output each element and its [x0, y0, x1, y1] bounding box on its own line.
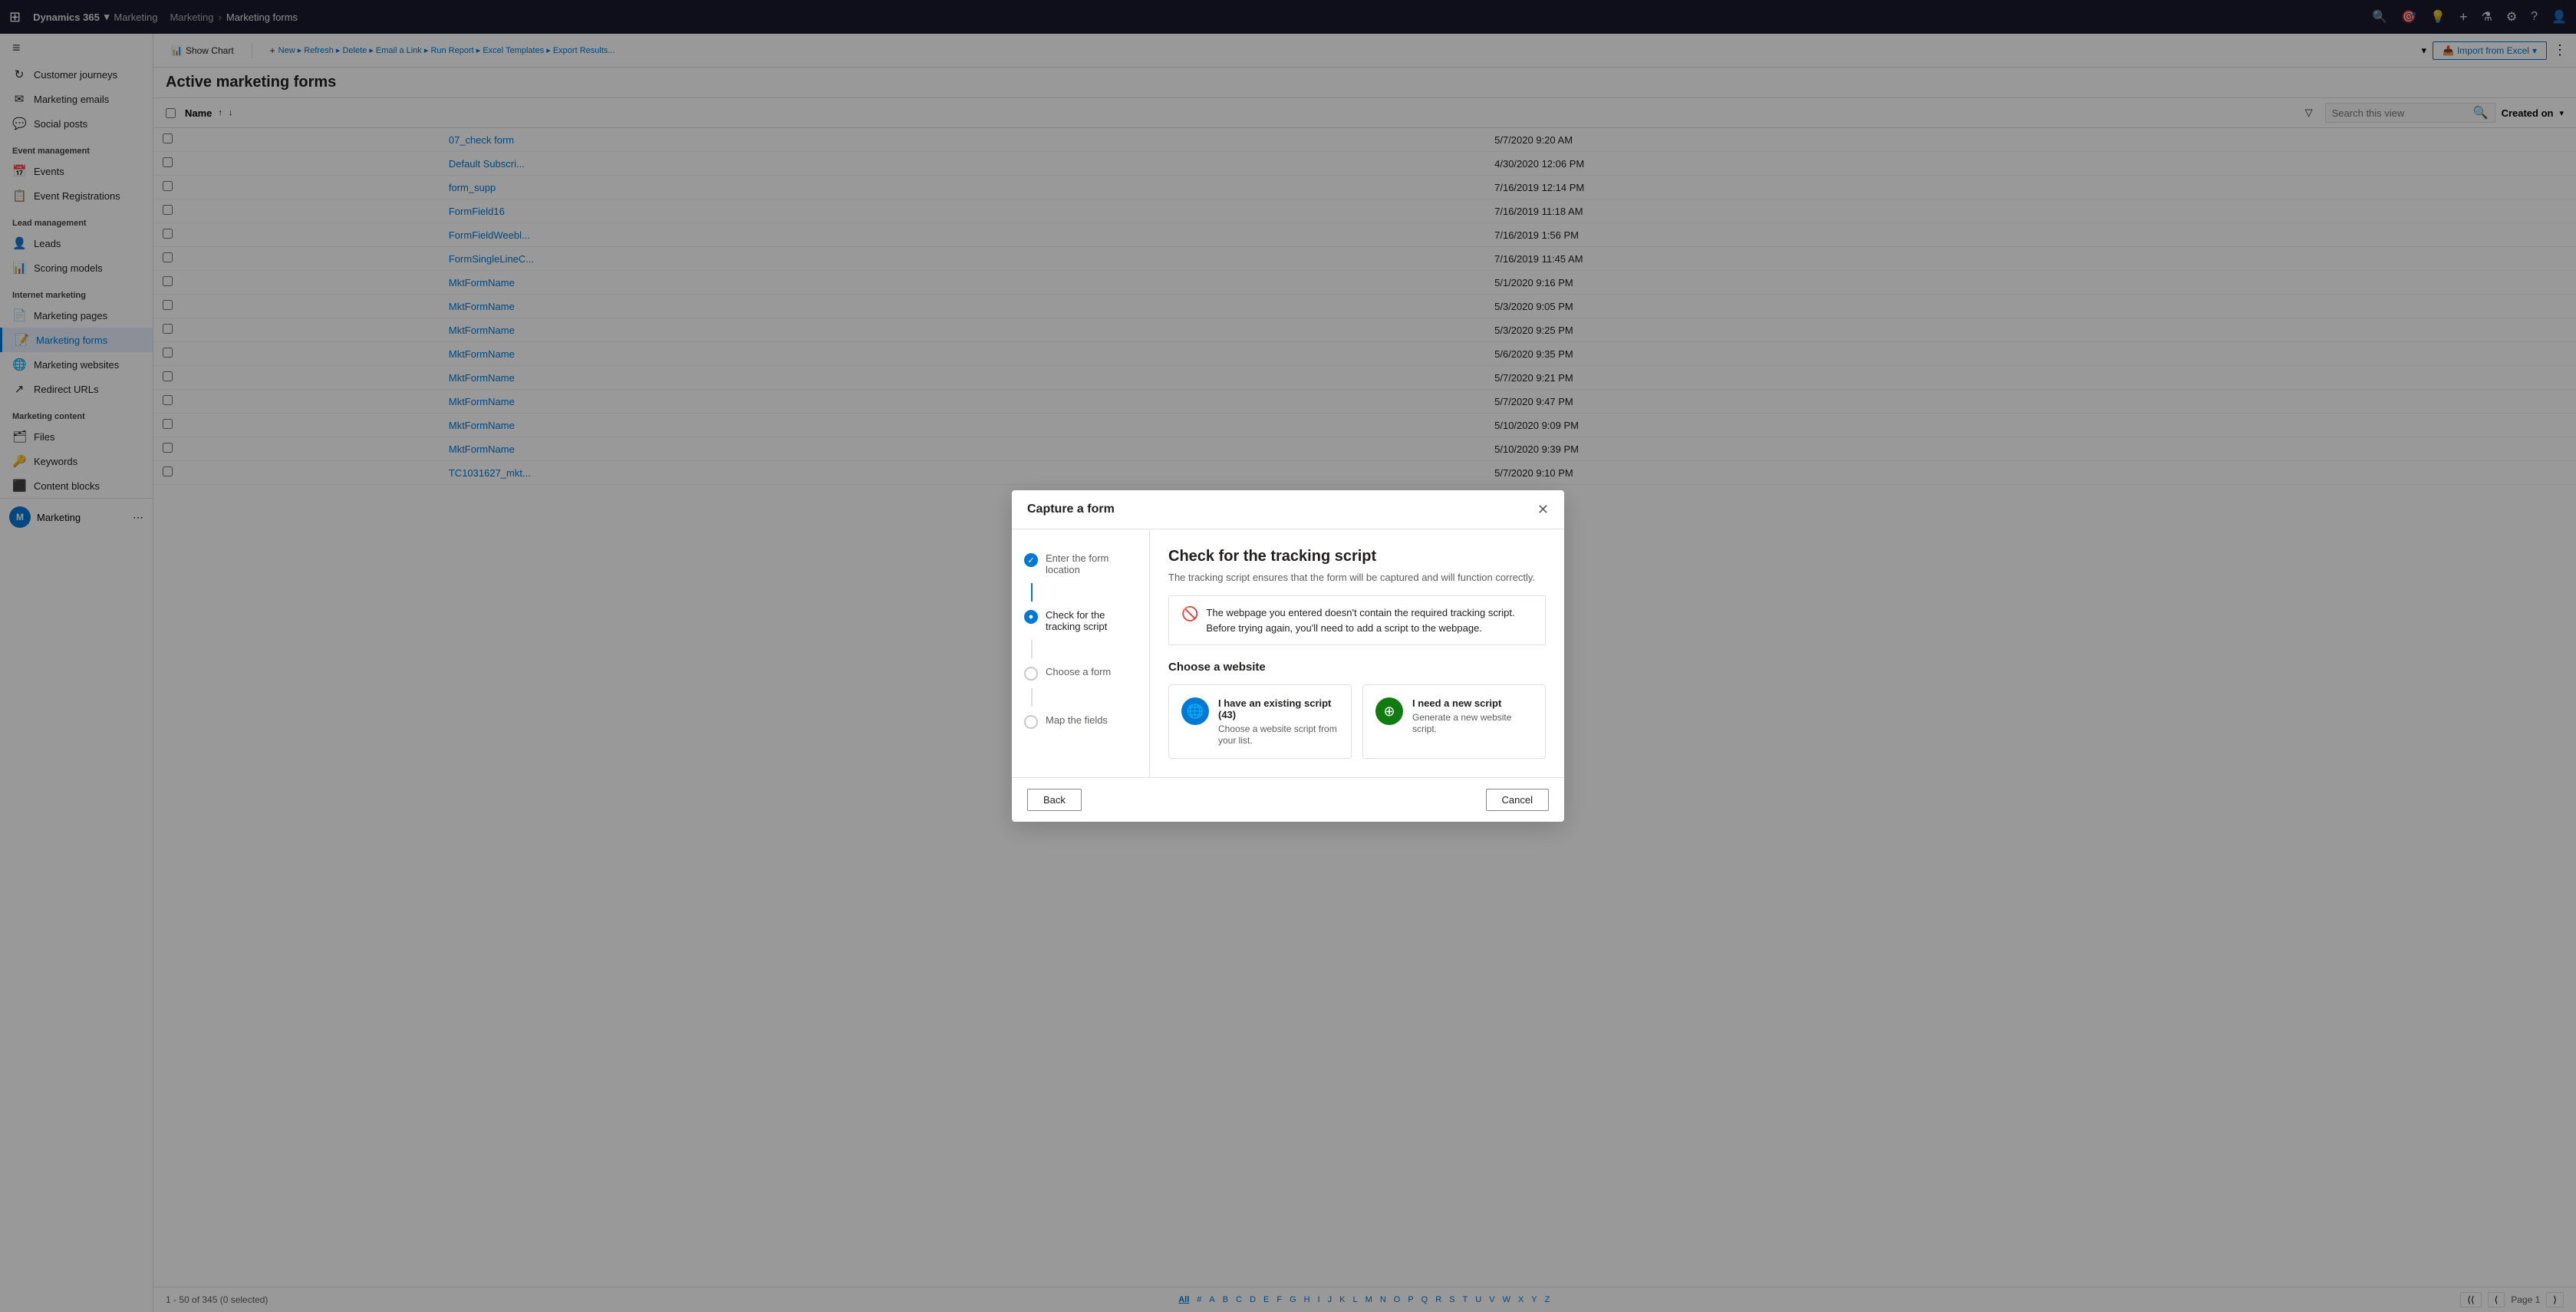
- existing-script-desc: Choose a website script from your list.: [1218, 724, 1337, 746]
- step-item-map-fields[interactable]: Map the fields: [1012, 707, 1149, 737]
- step-item-choose-form[interactable]: Choose a form: [1012, 658, 1149, 688]
- modal: Capture a form ✕ ✓ Enter the form locati…: [1012, 490, 1564, 822]
- new-script-icon: ⊕: [1375, 697, 1403, 725]
- step-2-bullet: ●: [1024, 610, 1038, 624]
- step-3-bullet: [1024, 667, 1038, 681]
- modal-steps: ✓ Enter the form location ● Check for th…: [1012, 529, 1150, 777]
- existing-script-option[interactable]: 🌐 I have an existing script (43) Choose …: [1168, 684, 1352, 759]
- existing-script-text: I have an existing script (43) Choose a …: [1218, 697, 1339, 746]
- error-icon: 🚫: [1181, 606, 1198, 622]
- website-section-title: Choose a website: [1168, 661, 1546, 674]
- existing-script-label: I have an existing script (43): [1218, 697, 1339, 720]
- modal-header: Capture a form ✕: [1012, 490, 1564, 529]
- cancel-button[interactable]: Cancel: [1486, 789, 1549, 811]
- error-text: The webpage you entered doesn't contain …: [1206, 605, 1533, 635]
- step-connector-1: [1031, 583, 1033, 602]
- new-script-label: I need a new script: [1412, 697, 1533, 709]
- modal-content-area: Check for the tracking script The tracki…: [1150, 529, 1564, 777]
- back-button[interactable]: Back: [1027, 789, 1082, 811]
- website-options: 🌐 I have an existing script (43) Choose …: [1168, 684, 1546, 759]
- step-connector-2: [1031, 640, 1033, 658]
- existing-script-icon: 🌐: [1181, 697, 1209, 725]
- modal-close-button[interactable]: ✕: [1537, 503, 1549, 516]
- modal-content-title: Check for the tracking script: [1168, 548, 1546, 565]
- step-3-label: Choose a form: [1046, 666, 1111, 677]
- step-1-bullet: ✓: [1024, 553, 1038, 567]
- step-4-label: Map the fields: [1046, 714, 1108, 726]
- new-script-option[interactable]: ⊕ I need a new script Generate a new web…: [1362, 684, 1546, 759]
- step-2-label: Check for the tracking script: [1046, 609, 1137, 632]
- modal-overlay[interactable]: Capture a form ✕ ✓ Enter the form locati…: [0, 0, 2576, 1312]
- step-4-bullet: [1024, 715, 1038, 729]
- modal-footer: Back Cancel: [1012, 777, 1564, 822]
- new-script-desc: Generate a new website script.: [1412, 712, 1511, 734]
- step-1-label: Enter the form location: [1046, 552, 1137, 575]
- step-item-enter-location[interactable]: ✓ Enter the form location: [1012, 545, 1149, 583]
- modal-title: Capture a form: [1027, 503, 1115, 516]
- step-item-check-tracking[interactable]: ● Check for the tracking script: [1012, 602, 1149, 640]
- new-script-text: I need a new script Generate a new websi…: [1412, 697, 1533, 734]
- step-connector-3: [1031, 688, 1033, 707]
- modal-content-description: The tracking script ensures that the for…: [1168, 572, 1546, 583]
- error-box: 🚫 The webpage you entered doesn't contai…: [1168, 595, 1546, 645]
- modal-body: ✓ Enter the form location ● Check for th…: [1012, 529, 1564, 777]
